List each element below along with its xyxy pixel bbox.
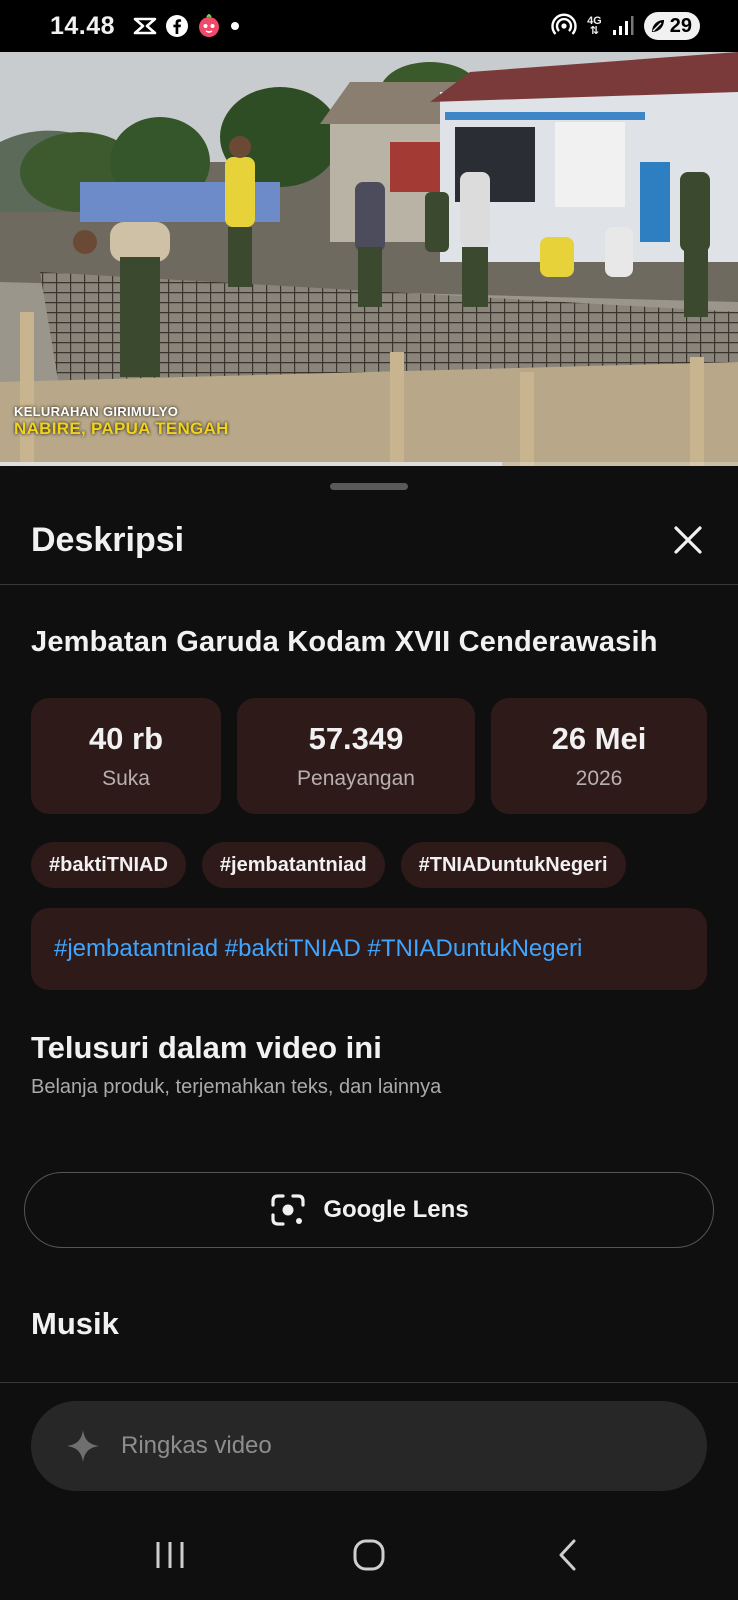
- caption-location-line1: KELURAHAN GIRIMULYO: [14, 404, 179, 419]
- hashtag-chips: #baktiTNIAD #jembatantniad #TNIADuntukNe…: [31, 842, 626, 888]
- header-divider: [0, 584, 738, 585]
- battery-level: 29: [669, 14, 692, 37]
- back-icon: [559, 1539, 576, 1571]
- google-lens-button[interactable]: Google Lens: [24, 1172, 714, 1248]
- google-lens-icon: [271, 1194, 305, 1226]
- signal-icon: [612, 15, 634, 37]
- caption-location-line2: NABIRE, PAPUA TENGAH: [14, 419, 229, 438]
- sheet-header: Deskripsi: [31, 514, 710, 566]
- description-sheet: Deskripsi Jembatan Garuda Kodam XVII Cen…: [0, 466, 738, 1600]
- description-hashtag-link[interactable]: #TNIADuntukNegeri: [368, 935, 583, 963]
- capcut-icon: [133, 16, 157, 36]
- status-bar: 14.48 4G ⇅ 29: [0, 0, 738, 52]
- stat-date-year: 2026: [575, 767, 623, 790]
- sparkle-icon: [67, 1430, 99, 1462]
- video-player[interactable]: KELURAHAN GIRIMULYO NABIRE, PAPUA TENGAH: [0, 52, 738, 466]
- bottom-input-bar: Ringkas video: [0, 1382, 738, 1600]
- explore-section-title: Telusuri dalam video ini: [31, 1030, 382, 1065]
- dot-icon: [229, 20, 241, 32]
- hashtag-chip[interactable]: #TNIADuntukNegeri: [400, 842, 626, 888]
- stat-views: 57.349 Penayangan: [237, 698, 475, 814]
- stat-date-value: 26 Mei: [551, 721, 647, 756]
- stat-likes-value: 40 rb: [88, 721, 164, 756]
- hashtag-chip[interactable]: #baktiTNIAD: [31, 842, 186, 888]
- recent-apps-icon: [156, 1542, 184, 1568]
- summarize-video-placeholder: Ringkas video: [121, 1432, 272, 1459]
- hotspot-icon: [551, 13, 577, 39]
- battery-icon: 29: [643, 12, 700, 40]
- description-hashtag-link[interactable]: #jembatantniad: [54, 935, 218, 963]
- close-icon: [674, 526, 702, 554]
- video-caption: KELURAHAN GIRIMULYO NABIRE, PAPUA TENGAH: [14, 404, 229, 439]
- close-button[interactable]: [666, 518, 710, 562]
- music-section-title: Musik: [31, 1306, 119, 1341]
- stat-likes-label: Suka: [102, 767, 150, 790]
- google-lens-label: Google Lens: [323, 1196, 469, 1223]
- description-text-box: #jembatantniad #baktiTNIAD #TNIADuntukNe…: [31, 908, 707, 990]
- stat-views-label: Penayangan: [297, 767, 415, 790]
- stat-date: 26 Mei 2026: [491, 698, 707, 814]
- explore-section-subtitle: Belanja produk, terjemahkan teks, dan la…: [31, 1076, 442, 1098]
- home-icon: [353, 1539, 385, 1571]
- video-title: Jembatan Garuda Kodam XVII Cenderawasih: [31, 626, 658, 658]
- summarize-video-input[interactable]: Ringkas video: [31, 1401, 707, 1491]
- stat-views-value: 57.349: [308, 721, 404, 756]
- network-4g-icon: 4G ⇅: [587, 15, 602, 37]
- hashtag-chip[interactable]: #jembatantniad: [201, 842, 385, 888]
- stats-row: 40 rb Suka 57.349 Penayangan 26 Mei 2026: [31, 698, 707, 814]
- stat-likes: 40 rb Suka: [31, 698, 221, 814]
- facebook-icon: [165, 14, 189, 38]
- status-time: 14.48: [50, 11, 116, 40]
- back-button[interactable]: [528, 1525, 608, 1585]
- description-hashtag-link[interactable]: #baktiTNIAD: [225, 935, 361, 963]
- sheet-title: Deskripsi: [31, 520, 185, 559]
- recent-apps-button[interactable]: [130, 1525, 210, 1585]
- system-navigation-bar: [0, 1510, 738, 1600]
- app-notification-icon: [197, 14, 221, 38]
- network-label: 4G: [587, 15, 602, 27]
- home-button[interactable]: [329, 1525, 409, 1585]
- drag-handle[interactable]: [330, 483, 408, 490]
